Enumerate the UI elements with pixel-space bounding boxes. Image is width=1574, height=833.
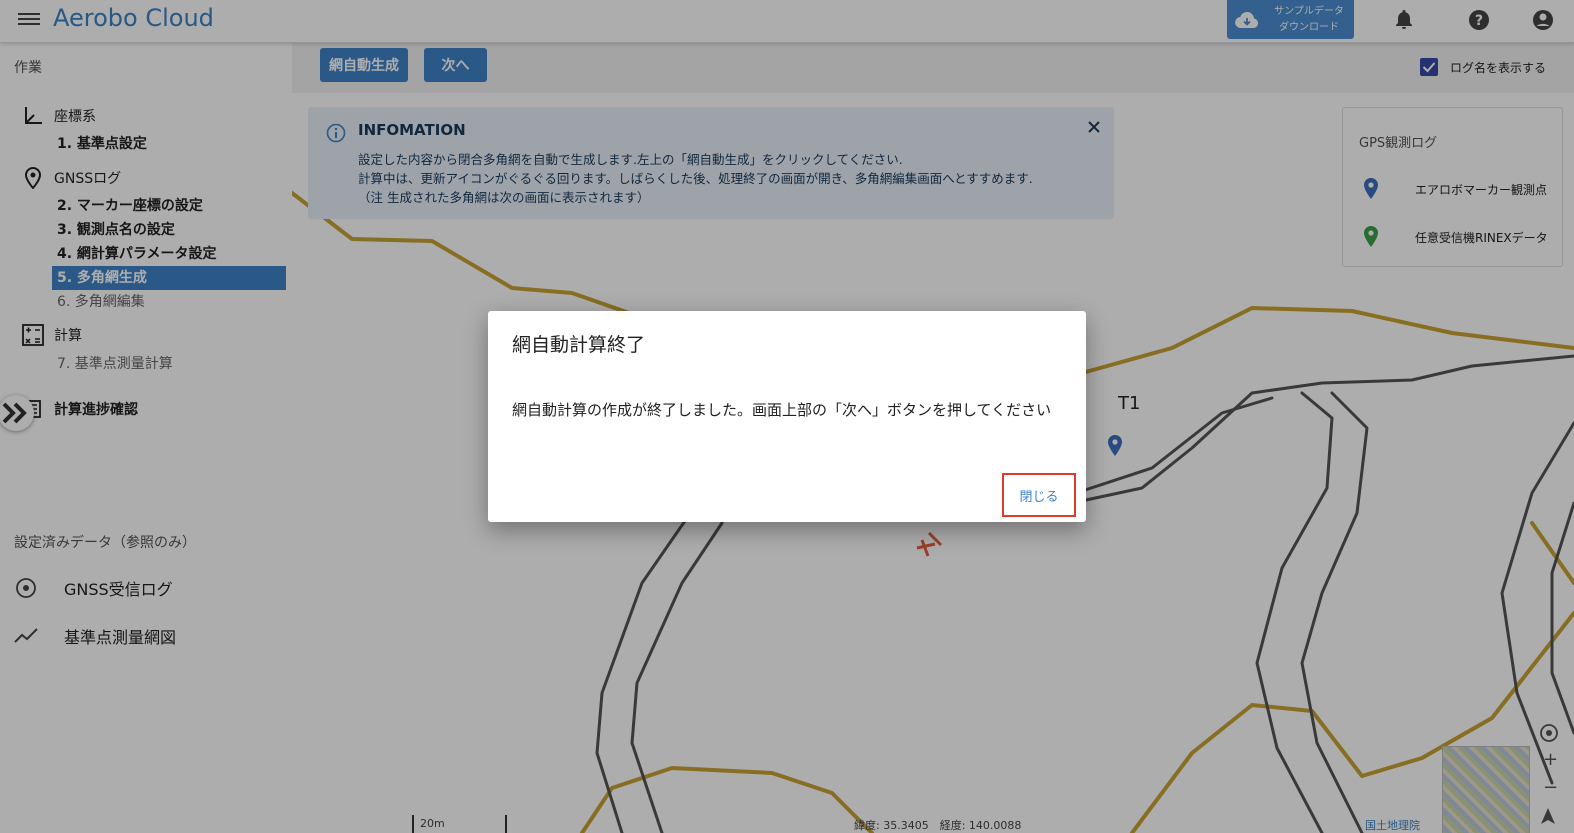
dialog-close-button[interactable]: 閉じる bbox=[1002, 473, 1076, 517]
dialog-title: 網自動計算終了 bbox=[512, 334, 646, 356]
completion-dialog: 網自動計算終了 網自動計算の作成が終了しました。画面上部の「次へ」ボタンを押して… bbox=[488, 311, 1086, 522]
dialog-message: 網自動計算の作成が終了しました。画面上部の「次へ」ボタンを押してください bbox=[512, 401, 1052, 419]
